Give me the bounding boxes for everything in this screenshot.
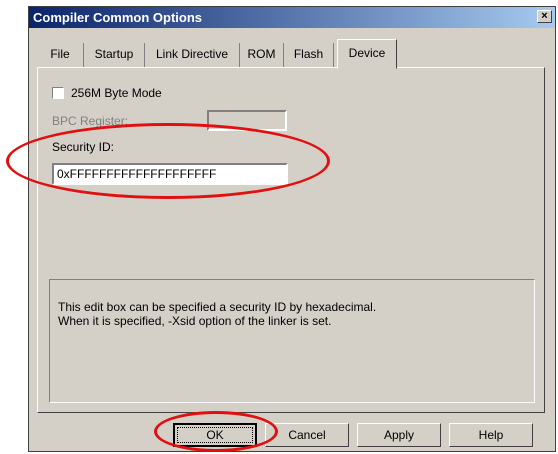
security-id-input[interactable]: 0xFFFFFFFFFFFFFFFFFFFF: [52, 163, 288, 185]
ok-button[interactable]: OK: [173, 423, 257, 447]
close-icon[interactable]: ×: [537, 10, 552, 23]
description-box: This edit box can be specified a securit…: [49, 279, 535, 403]
ok-button-label: OK: [206, 428, 224, 442]
apply-button[interactable]: Apply: [357, 423, 441, 447]
byte-mode-label: 256M Byte Mode: [71, 86, 162, 100]
dialog-title: Compiler Common Options: [33, 10, 202, 25]
tab-link-directive[interactable]: Link Directive: [145, 43, 240, 67]
title-bar[interactable]: Compiler Common Options ×: [29, 7, 555, 28]
tab-flash[interactable]: Flash: [284, 43, 334, 67]
cancel-button[interactable]: Cancel: [265, 423, 349, 447]
bpc-register-input: [207, 110, 287, 131]
help-button[interactable]: Help: [449, 423, 533, 447]
tab-device[interactable]: Device: [337, 39, 397, 69]
security-id-label: Security ID:: [52, 140, 115, 154]
tab-rom[interactable]: ROM: [240, 43, 284, 67]
tab-startup[interactable]: Startup: [84, 43, 145, 67]
description-text: This edit box can be specified a securit…: [58, 300, 376, 328]
description-line-1: This edit box can be specified a securit…: [58, 300, 377, 314]
byte-mode-checkbox[interactable]: [52, 87, 64, 99]
description-line-2: When it is specified, -Xsid option of th…: [58, 314, 332, 328]
tab-file[interactable]: File: [37, 43, 84, 67]
bpc-register-label: BPC Register:: [52, 114, 129, 128]
compiler-common-options-dialog: Compiler Common Options × File Startup L…: [28, 6, 556, 452]
